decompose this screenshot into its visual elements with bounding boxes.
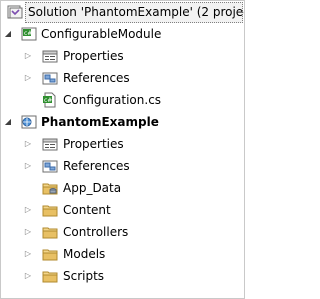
folder-icon	[42, 202, 58, 218]
tree-row-solution[interactable]: Solution 'PhantomExample' (2 projects)	[1, 1, 244, 23]
project-label: ConfigurableModule	[41, 27, 162, 41]
csharp-project-icon: c#	[21, 26, 37, 42]
item-label: References	[63, 71, 130, 85]
collapse-arrow-icon[interactable]: ◢	[3, 23, 13, 45]
csharp-file-icon: c#	[42, 92, 58, 108]
tree-row-app-data[interactable]: App_Data	[1, 177, 244, 199]
svg-text:c#: c#	[44, 97, 52, 104]
tree-row-scripts[interactable]: ▷ Scripts	[1, 265, 244, 287]
folder-icon	[42, 224, 58, 240]
svg-text:c#: c#	[24, 30, 32, 37]
references-icon	[42, 158, 58, 174]
solution-icon	[7, 4, 23, 20]
collapse-arrow-icon[interactable]: ◢	[3, 111, 13, 133]
expand-arrow-icon[interactable]: ▷	[23, 133, 33, 155]
expand-arrow-icon[interactable]: ▷	[23, 45, 33, 67]
expand-arrow-icon[interactable]: ▷	[23, 221, 33, 243]
references-icon	[42, 70, 58, 86]
solution-label: Solution 'PhantomExample' (2 projects)	[28, 5, 245, 19]
tree-row-project-phantomexample[interactable]: ◢ PhantomExample	[1, 111, 244, 133]
folder-icon	[42, 268, 58, 284]
expand-arrow-icon[interactable]: ▷	[23, 265, 33, 287]
item-label: Controllers	[63, 225, 129, 239]
startup-project-label: PhantomExample	[41, 115, 159, 129]
expand-arrow-icon[interactable]: ▷	[23, 243, 33, 265]
tree-row-properties[interactable]: ▷ Properties	[1, 133, 244, 155]
tree-row-project-configurablemodule[interactable]: ◢ c# ConfigurableModule	[1, 23, 244, 45]
tree-row-content[interactable]: ▷ Content	[1, 199, 244, 221]
item-label: Models	[63, 247, 106, 261]
properties-icon	[42, 136, 58, 152]
properties-icon	[42, 48, 58, 64]
solution-explorer-tree: Solution 'PhantomExample' (2 projects) ◢…	[0, 0, 245, 299]
item-label: App_Data	[63, 181, 122, 195]
web-project-icon	[21, 114, 37, 130]
tree-row-references[interactable]: ▷ References	[1, 155, 244, 177]
item-label: References	[63, 159, 130, 173]
tree-row-properties[interactable]: ▷ Properties	[1, 45, 244, 67]
item-label: Scripts	[63, 269, 105, 283]
item-label: Configuration.cs	[63, 93, 162, 107]
expand-arrow-icon[interactable]: ▷	[23, 155, 33, 177]
tree-row-models[interactable]: ▷ Models	[1, 243, 244, 265]
expand-arrow-icon[interactable]: ▷	[23, 67, 33, 89]
tree-row-configuration-cs[interactable]: c# Configuration.cs	[1, 89, 244, 111]
expand-arrow-icon[interactable]: ▷	[23, 199, 33, 221]
tree-row-references[interactable]: ▷ References	[1, 67, 244, 89]
item-label: Content	[63, 203, 111, 217]
item-label: Properties	[63, 49, 124, 63]
folder-icon	[42, 246, 58, 262]
special-folder-icon	[42, 180, 58, 196]
tree-row-controllers[interactable]: ▷ Controllers	[1, 221, 244, 243]
item-label: Properties	[63, 137, 124, 151]
